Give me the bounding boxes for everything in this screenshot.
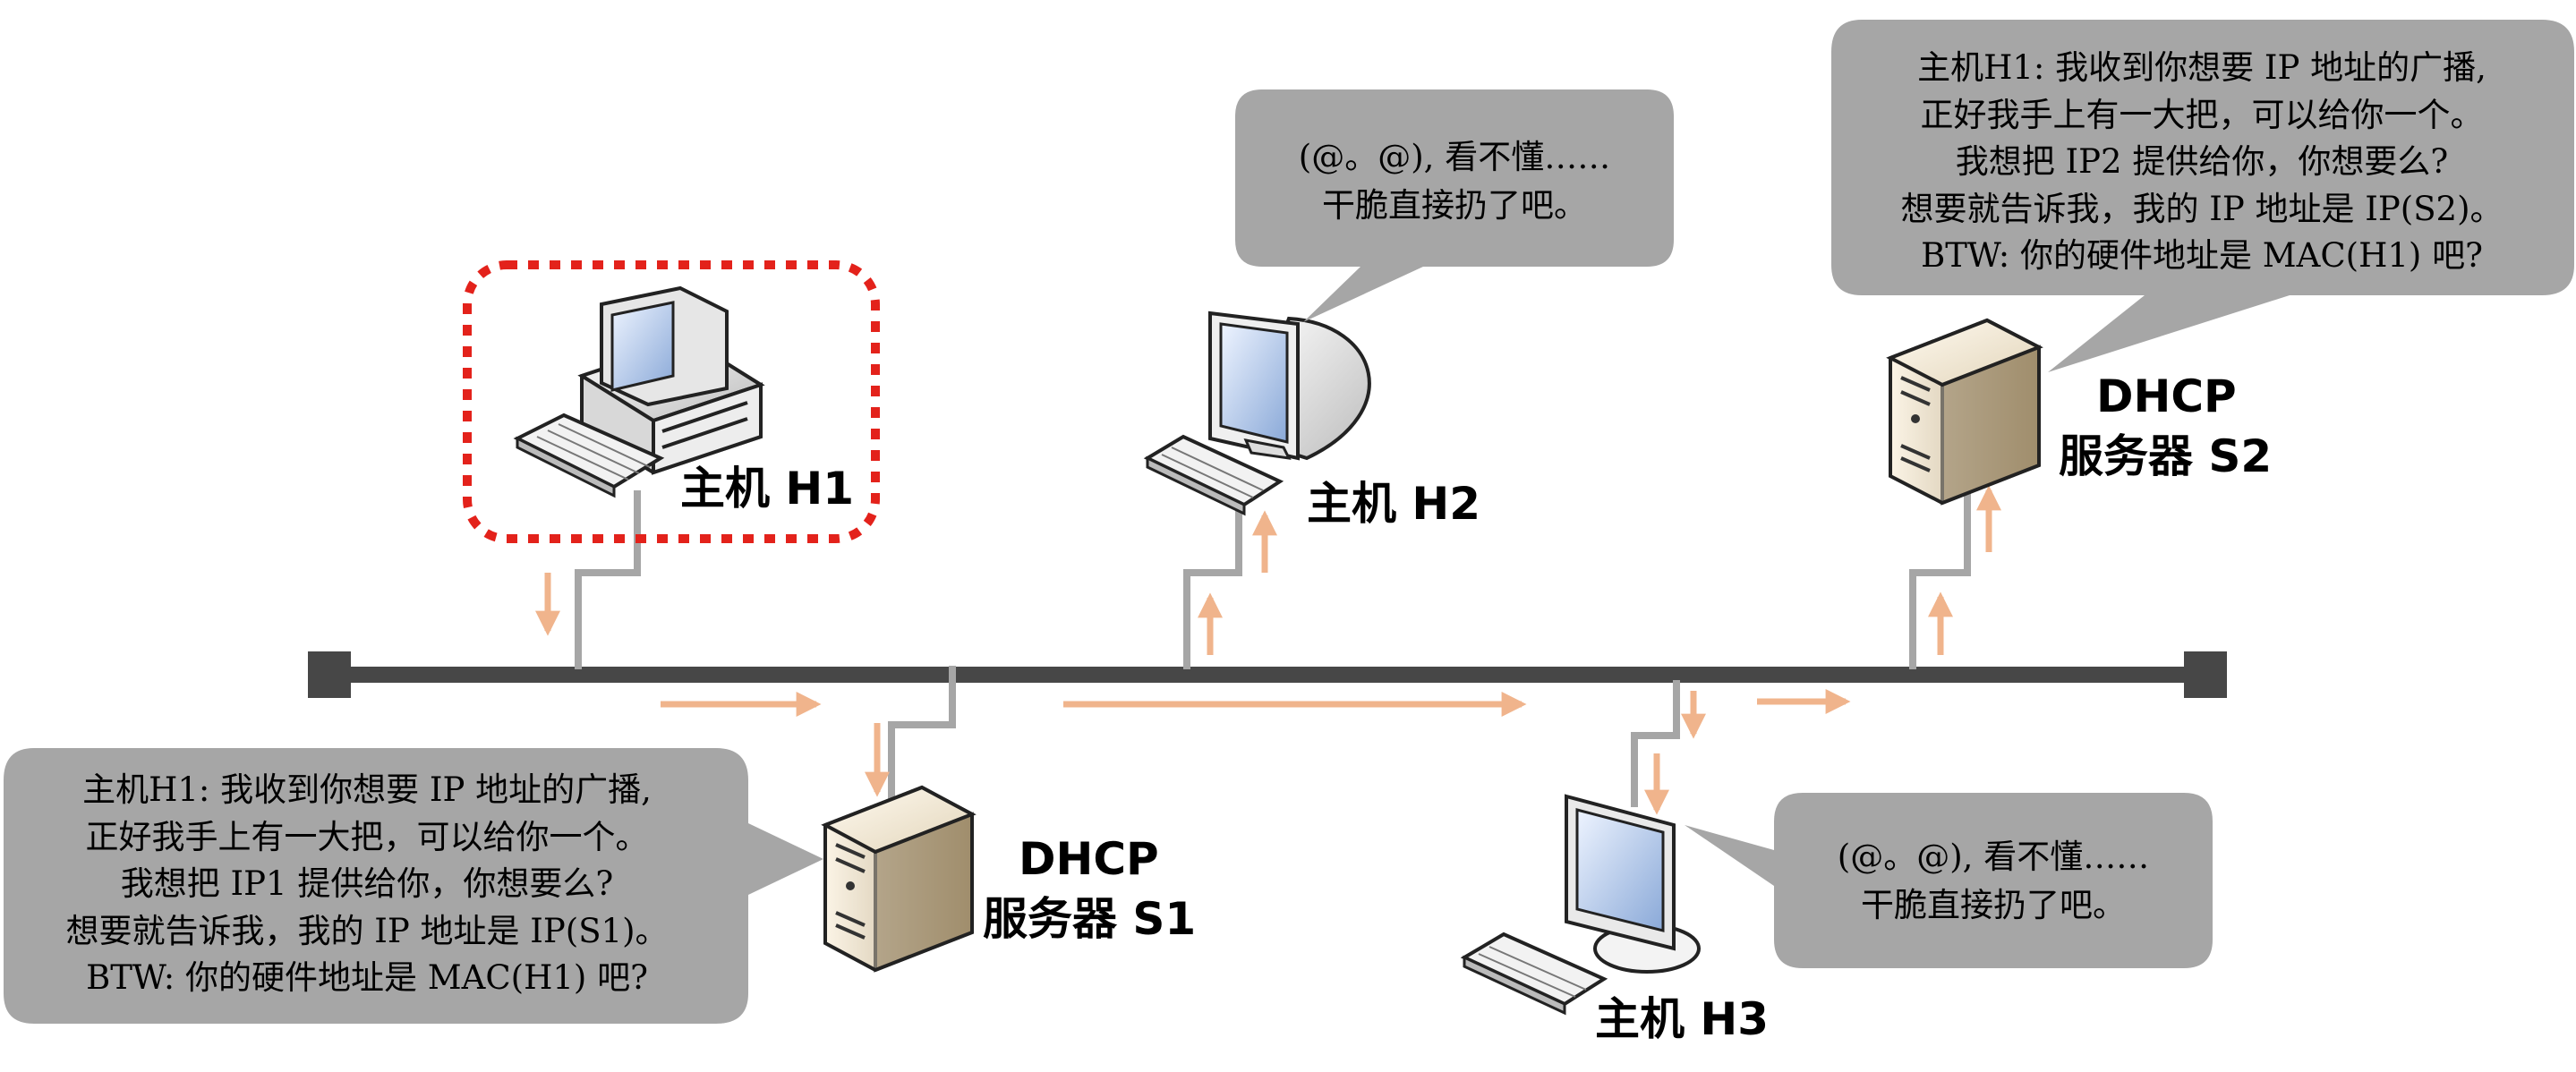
bubble-h2-line2: 干脆直接扔了吧。 (1322, 186, 1587, 225)
h3-label: 主机 H3 (1595, 993, 1769, 1045)
host-h1[interactable]: 主机 H1 (463, 260, 880, 543)
bubble-s2-line3: 我想把 IP2 提供给你，你想要么? (1956, 142, 2448, 181)
speech-bubble-s1: 主机H1: 我收到你想要 IP 地址的广播, 正好我手上有一大把，可以给你一个。… (4, 748, 823, 1024)
speech-bubble-h3: (@。@), 看不懂…… 干脆直接扔了吧。 (1685, 793, 2213, 968)
bus-terminator-right (2184, 651, 2227, 698)
h2-label: 主机 H2 (1307, 478, 1480, 530)
bubble-s1-line1: 主机H1: 我收到你想要 IP 地址的广播, (82, 770, 652, 809)
speech-bubble-s2: 主机H1: 我收到你想要 IP 地址的广播, 正好我手上有一大把，可以给你一个。… (1831, 20, 2574, 372)
bubble-s1-line2: 正好我手上有一大把，可以给你一个。 (86, 818, 649, 856)
link-s1 (888, 666, 956, 805)
s1-label-line1: DHCP (1019, 833, 1159, 885)
dhcp-broadcast-diagram: 主机 H1 主机 H2 主机 H3 DHCP 服务器 S1 DHCP 服务器 S… (4, 20, 2574, 1045)
server-icon (1886, 318, 2043, 506)
bubble-s2-line2: 正好我手上有一大把，可以给你一个。 (1921, 96, 2484, 134)
link-h1 (575, 490, 641, 669)
h1-label: 主机 H1 (680, 463, 854, 515)
s2-label-line2: 服务器 S2 (2059, 430, 2272, 482)
host-h2[interactable]: 主机 H2 (1143, 311, 1480, 530)
host-h3[interactable]: 主机 H3 (1460, 794, 1769, 1045)
bubble-s1-line3: 我想把 IP1 提供给你，你想要么? (121, 864, 613, 903)
bubble-h2-line1: (@。@), 看不懂…… (1299, 138, 1610, 176)
broadcast-arrows (535, 485, 2001, 815)
dhcp-server-s1[interactable]: DHCP 服务器 S1 (821, 785, 1196, 973)
bubble-h3-line2: 干脆直接扔了吧。 (1861, 886, 2126, 924)
bubble-h3-line1: (@。@), 看不懂…… (1838, 838, 2149, 876)
server-icon (821, 785, 977, 973)
s2-label-line1: DHCP (2096, 370, 2237, 422)
bubble-s2-line4: 想要就告诉我，我的 IP 地址是 IP(S2)。 (1900, 190, 2503, 228)
bubble-s2-line1: 主机H1: 我收到你想要 IP 地址的广播, (1917, 48, 2486, 87)
flat-monitor-icon (1460, 794, 1701, 1016)
bubble-s2-line5: BTW: 你的硬件地址是 MAC(H1) 吧? (1921, 236, 2483, 275)
s1-label-line2: 服务器 S1 (983, 893, 1196, 945)
bubble-s1-line5: BTW: 你的硬件地址是 MAC(H1) 吧? (86, 958, 648, 997)
ethernet-bus (308, 651, 2227, 698)
speech-bubble-h2: (@。@), 看不懂…… 干脆直接扔了吧。 (1235, 89, 1674, 322)
bus-terminator-left (308, 651, 351, 698)
bubble-s1-line4: 想要就告诉我，我的 IP 地址是 IP(S1)。 (65, 912, 668, 950)
